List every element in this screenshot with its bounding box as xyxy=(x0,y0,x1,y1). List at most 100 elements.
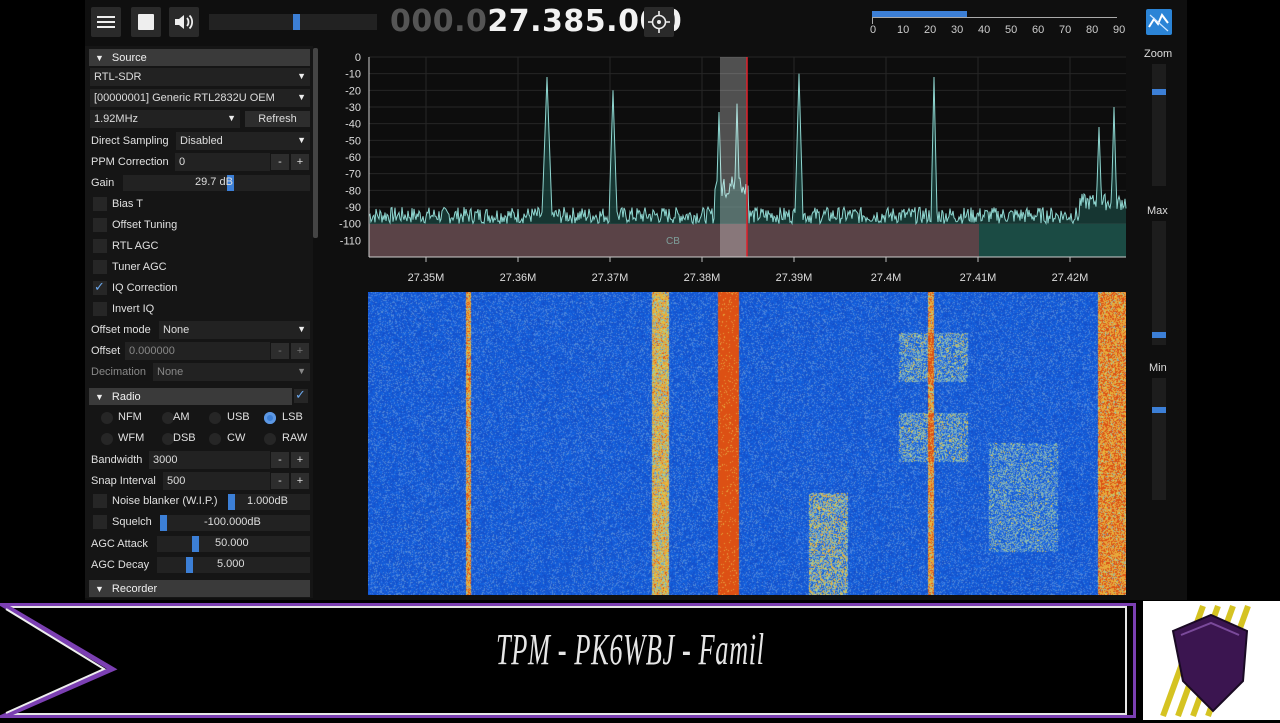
min-label: Min xyxy=(1149,362,1167,374)
snr-tick-label: 90 xyxy=(1113,24,1126,36)
source-type-select[interactable]: RTL-SDR ▼ xyxy=(90,68,310,86)
mute-button[interactable] xyxy=(169,7,199,37)
snap-decrement-button[interactable]: - xyxy=(271,473,289,489)
snap-value: 500 xyxy=(167,475,186,487)
agc-decay-slider-thumb[interactable] xyxy=(186,557,193,573)
radio-section-header[interactable]: ▼ Radio xyxy=(89,388,292,405)
center-tuning-button[interactable] xyxy=(644,7,674,37)
ppm-increment-button[interactable]: + xyxy=(291,154,309,170)
noise-blanker-label: Noise blanker (W.I.P.) xyxy=(112,495,218,507)
fft-min-slider-thumb[interactable] xyxy=(1152,407,1166,413)
bandwidth-increment-button[interactable]: + xyxy=(291,452,309,468)
offset-input[interactable]: 0.000000 xyxy=(125,342,270,360)
spectrum-y-tick-label: -90 xyxy=(345,202,361,214)
squelch-slider-thumb[interactable] xyxy=(160,515,167,531)
fft-min-slider[interactable] xyxy=(1152,378,1166,500)
spectrum-y-tick-label: -110 xyxy=(340,235,361,247)
rtl-agc-label: RTL AGC xyxy=(112,240,159,252)
direct-sampling-label: Direct Sampling xyxy=(91,135,169,147)
zoom-slider[interactable] xyxy=(1152,64,1166,186)
spectrum-y-tick-label: -80 xyxy=(345,185,361,197)
decimation-row: Decimation xyxy=(91,363,146,381)
fft-max-slider[interactable] xyxy=(1152,221,1166,345)
fft-max-slider-thumb[interactable] xyxy=(1152,332,1166,338)
zoom-label: Zoom xyxy=(1144,48,1173,60)
agc-attack-value: 50.000 xyxy=(215,537,249,549)
snap-increment-button[interactable]: + xyxy=(291,473,309,489)
frequency-leading-digits[interactable]: 000.0 xyxy=(390,4,487,39)
device-select[interactable]: [00000001] Generic RTL2832U OEM ▼ xyxy=(90,89,310,107)
rtl-agc-checkbox[interactable] xyxy=(93,239,107,253)
ppm-value: 0 xyxy=(179,156,186,168)
tuner-agc-checkbox[interactable] xyxy=(93,260,107,274)
volume-slider[interactable] xyxy=(209,14,377,30)
side-panel-scrollbar[interactable] xyxy=(313,48,318,238)
noise-blanker-slider[interactable]: 1.000dB xyxy=(228,494,310,510)
spectrum-y-tick-label: -10 xyxy=(345,69,361,81)
mode-radio-raw[interactable] xyxy=(264,433,276,445)
spectrum-y-tick-label: -50 xyxy=(345,135,361,147)
snap-input[interactable]: 500 xyxy=(163,472,270,490)
mode-radio-cw[interactable] xyxy=(209,433,221,445)
agc-attack-slider[interactable]: 50.000 xyxy=(157,536,310,552)
spectrum-y-tick-label: -60 xyxy=(345,152,361,164)
source-section-header[interactable]: ▼ Source xyxy=(89,49,310,66)
menu-button[interactable] xyxy=(91,7,121,37)
frequency-display[interactable]: 000.027.385.000 xyxy=(390,4,682,39)
agc-decay-label: AGC Decay xyxy=(91,559,150,571)
direct-sampling-value: Disabled xyxy=(180,135,223,147)
snr-tick-label: 50 xyxy=(1005,24,1018,36)
ppm-label: PPM Correction xyxy=(91,156,169,168)
offset-increment-button[interactable]: + xyxy=(291,343,309,359)
noise-blanker-slider-thumb[interactable] xyxy=(228,494,235,510)
ppm-input[interactable]: 0 xyxy=(175,153,270,171)
fft-spectrum-plot[interactable]: 0 -10 -20 -30 -40 -50 -60 -70 -80 -90 -100 -110 27.3… xyxy=(329,50,1129,290)
snr-tick-label: 30 xyxy=(951,24,964,36)
sdr-app-window: 000.027.385.000 0 10 20 30 40 50 60 70 80 90 ▼ So… xyxy=(85,0,1187,600)
spectrum-x-tick-label: 27.37M xyxy=(592,272,629,284)
play-stop-button[interactable] xyxy=(131,7,161,37)
direct-sampling-select[interactable]: Disabled ▼ xyxy=(176,132,310,150)
mode-radio-wfm[interactable] xyxy=(101,433,113,445)
dropdown-arrow-icon: ▼ xyxy=(297,92,306,102)
squelch-checkbox[interactable] xyxy=(93,515,107,529)
gain-row: Gain xyxy=(91,174,114,192)
bandwidth-input[interactable]: 3000 xyxy=(149,451,270,469)
mode-label-cw: CW xyxy=(227,432,246,444)
snap-label: Snap Interval xyxy=(91,475,156,487)
spectrum-x-tick-label: 27.39M xyxy=(776,272,813,284)
recorder-section-header[interactable]: ▼ Recorder xyxy=(89,580,310,597)
offset-tuning-checkbox[interactable] xyxy=(93,218,107,232)
bandwidth-row: Bandwidth xyxy=(91,451,142,469)
radio-enable-checkbox[interactable] xyxy=(294,387,308,403)
squelch-slider[interactable]: -100.000dB xyxy=(160,515,310,531)
spectrum-y-tick-label: -40 xyxy=(345,119,361,131)
noise-blanker-checkbox[interactable] xyxy=(93,494,107,508)
gain-slider[interactable]: 29.7 dB xyxy=(123,175,310,191)
mode-radio-usb[interactable] xyxy=(209,412,221,424)
agc-decay-slider[interactable]: 5.000 xyxy=(157,557,310,573)
bias-t-checkbox[interactable] xyxy=(93,197,107,211)
ppm-decrement-button[interactable]: - xyxy=(271,154,289,170)
invert-iq-checkbox[interactable] xyxy=(93,302,107,316)
sdrpp-logo-icon[interactable] xyxy=(1146,9,1172,35)
snr-meter-ticks: 0 10 20 30 40 50 60 70 80 90 xyxy=(867,24,1127,36)
mode-radio-nfm[interactable] xyxy=(101,412,113,424)
agc-attack-slider-thumb[interactable] xyxy=(192,536,199,552)
zoom-slider-thumb[interactable] xyxy=(1152,89,1166,95)
snr-tick-label: 10 xyxy=(897,24,910,36)
offset-decrement-button[interactable]: - xyxy=(271,343,289,359)
refresh-button[interactable]: Refresh xyxy=(245,111,310,127)
offset-mode-select[interactable]: None ▼ xyxy=(159,321,310,339)
bandwidth-label: Bandwidth xyxy=(91,454,143,466)
volume-slider-thumb[interactable] xyxy=(292,14,300,30)
gain-label: Gain xyxy=(91,177,115,189)
mode-radio-lsb[interactable] xyxy=(264,412,276,424)
decimation-select[interactable]: None ▼ xyxy=(153,363,310,381)
sample-rate-value: 1.92MHz xyxy=(94,113,139,125)
waterfall-display[interactable] xyxy=(368,292,1126,595)
iq-correction-checkbox[interactable] xyxy=(93,279,107,295)
sample-rate-select[interactable]: 1.92MHz ▼ xyxy=(90,110,240,128)
squelch-label: Squelch xyxy=(112,516,152,528)
bandwidth-decrement-button[interactable]: - xyxy=(271,452,289,468)
